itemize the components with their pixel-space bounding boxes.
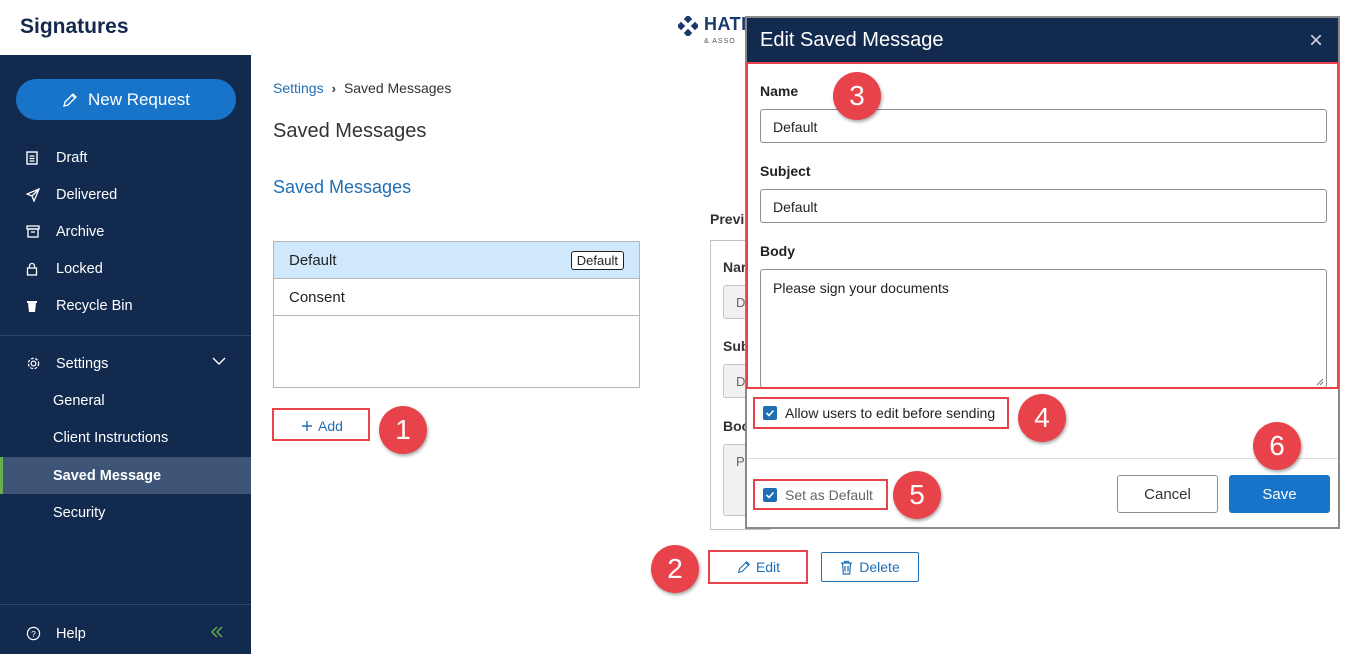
sidebar: New Request Draft Delivered Archive Lock… <box>0 55 251 654</box>
sidebar-item-client-instructions[interactable]: Client Instructions <box>0 419 251 456</box>
sidebar-item-label: Archive <box>56 223 105 240</box>
save-button[interactable]: Save <box>1229 475 1330 513</box>
sidebar-item-archive[interactable]: Archive <box>0 213 251 250</box>
sidebar-item-label: Settings <box>56 355 109 372</box>
sidebar-item-draft[interactable]: Draft <box>0 139 251 176</box>
highlight-box <box>753 479 888 510</box>
highlight-box <box>272 408 370 441</box>
delete-button[interactable]: Delete <box>821 552 919 582</box>
gear-icon <box>27 357 40 370</box>
callout-badge-4: 4 <box>1018 394 1066 442</box>
dialog-divider <box>747 458 1338 459</box>
highlight-box <box>746 62 1339 389</box>
callout-badge-2: 2 <box>651 545 699 593</box>
archive-icon <box>26 225 40 238</box>
sidebar-divider <box>0 335 251 336</box>
sidebar-item-locked[interactable]: Locked <box>0 250 251 287</box>
saved-messages-list: Default Default Consent <box>273 241 640 388</box>
sidebar-item-label: Delivered <box>56 186 118 203</box>
breadcrumb: Settings › Saved Messages <box>273 80 451 96</box>
default-badge: Default <box>570 250 624 270</box>
list-item[interactable]: Consent <box>274 279 639 316</box>
breadcrumb-current: Saved Messages <box>343 80 452 96</box>
sidebar-item-recycle-bin[interactable]: Recycle Bin <box>0 287 251 324</box>
logo-text: HATI <box>704 14 747 34</box>
pencil-icon <box>63 92 77 107</box>
sidebar-item-label: Security <box>53 504 106 521</box>
logo-subtext: & ASSO <box>704 38 736 45</box>
collapse-sidebar-icon[interactable] <box>210 625 224 643</box>
cancel-button[interactable]: Cancel <box>1117 475 1218 513</box>
logo-mark-icon <box>678 16 698 36</box>
section-title: Saved Messages <box>273 177 412 197</box>
new-request-button[interactable]: New Request <box>16 79 236 120</box>
list-item-label: Consent <box>289 288 345 306</box>
lock-icon <box>26 262 38 276</box>
list-item-label: Default <box>289 251 337 269</box>
highlight-box <box>708 550 808 584</box>
sidebar-item-label: Draft <box>56 149 88 166</box>
sidebar-divider <box>0 604 251 605</box>
sidebar-item-delivered[interactable]: Delivered <box>0 176 251 213</box>
sidebar-item-security[interactable]: Security <box>0 494 251 531</box>
page-title: Saved Messages <box>273 120 427 142</box>
app-title: Signatures <box>20 15 129 38</box>
svg-text:?: ? <box>31 629 36 639</box>
callout-badge-1: 1 <box>379 406 427 454</box>
delete-label: Delete <box>859 559 900 575</box>
callout-badge-3: 3 <box>833 72 881 120</box>
highlight-box <box>753 397 1009 429</box>
preview-name-label: Nar <box>723 259 747 275</box>
help-icon: ? <box>26 626 41 641</box>
sidebar-item-label: Help <box>56 625 86 642</box>
new-request-label: New Request <box>87 89 191 109</box>
preview-label: Previ <box>710 211 745 227</box>
callout-badge-5: 5 <box>893 471 941 519</box>
dialog-title: Edit Saved Message <box>760 29 944 51</box>
document-icon <box>26 150 38 165</box>
trash-icon <box>27 300 37 312</box>
breadcrumb-settings-link[interactable]: Settings <box>273 80 324 96</box>
company-logo: HATI & ASSO <box>678 14 747 50</box>
sidebar-item-settings[interactable]: Settings <box>0 345 251 382</box>
dialog-header: Edit Saved Message × <box>747 18 1338 63</box>
callout-badge-6: 6 <box>1253 422 1301 470</box>
sidebar-item-label: General <box>53 392 105 409</box>
send-icon <box>26 187 40 202</box>
sidebar-item-label: Client Instructions <box>53 429 169 446</box>
breadcrumb-separator-icon: › <box>331 80 336 96</box>
sidebar-item-general[interactable]: General <box>0 382 251 419</box>
list-item[interactable]: Default Default <box>274 242 639 279</box>
sidebar-item-label: Saved Message <box>53 467 162 484</box>
sidebar-item-saved-message[interactable]: Saved Message <box>0 457 251 494</box>
sidebar-item-label: Recycle Bin <box>56 297 133 314</box>
chevron-down-icon[interactable] <box>212 357 226 366</box>
close-icon[interactable]: × <box>1309 28 1323 53</box>
trash-icon <box>841 560 853 575</box>
sidebar-item-label: Locked <box>56 260 103 277</box>
